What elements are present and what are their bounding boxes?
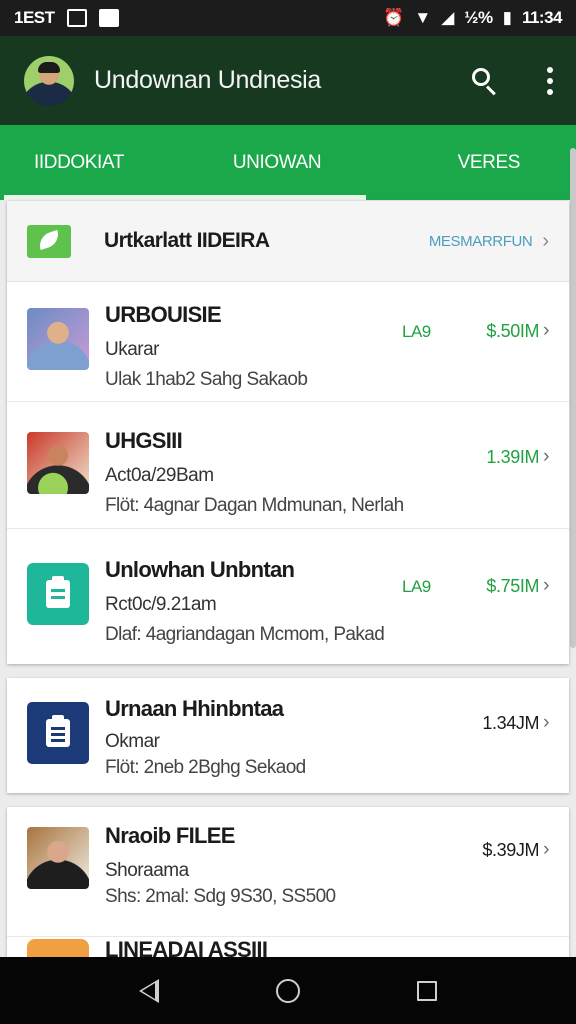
app-icon: [27, 939, 89, 959]
item-title: Urnaan Hhinbntaa: [105, 696, 284, 721]
item-subtitle: Rct0c/9.21am: [105, 594, 217, 615]
item-price: $.39JM ›: [482, 839, 549, 860]
leaf-icon: [27, 224, 71, 258]
tab-active[interactable]: UNIOWAN: [4, 125, 366, 200]
home-icon[interactable]: [275, 978, 300, 1003]
item-meta: Shs: 2mal: Sdg 9S30, SS500: [105, 886, 336, 907]
back-icon[interactable]: [138, 978, 159, 1003]
alarm-icon: ⏰: [383, 8, 405, 27]
list-item[interactable]: Unlowhan Unbntan Rct0c/9.21am Dlaf: 4agr…: [7, 529, 569, 664]
item-price: $.50IM ›: [486, 320, 549, 341]
item-meta: Flöt: 2neb 2Bghg Sekaod: [105, 757, 306, 778]
chevron-right-icon: ›: [542, 229, 549, 252]
recents-icon[interactable]: [417, 980, 438, 1001]
item-title: URBOUISIE: [105, 302, 222, 327]
chevron-right-icon: ›: [543, 575, 549, 596]
item-meta: Flöt: 4agnar Dagan Mdmunan, Nerlah: [105, 495, 404, 516]
more-vert-icon[interactable]: [546, 66, 554, 95]
item-subtitle: Ukarar: [105, 339, 160, 360]
item-price: $.75IM ›: [486, 575, 549, 596]
chevron-right-icon: ›: [543, 712, 549, 733]
list-item[interactable]: Urnaan Hhinbntaa Okmar Flöt: 2neb 2Bghg …: [7, 678, 569, 793]
image-notification-icon: [66, 9, 87, 27]
document-icon: [46, 576, 70, 608]
item-subtitle: Shoraama: [105, 860, 189, 881]
avatar: [27, 308, 89, 370]
list-item[interactable]: URBOUISIE Ukarar Ulak 1hab2 Sahg Sakaob …: [7, 282, 569, 402]
app-icon: [27, 563, 89, 625]
avatar: [27, 432, 89, 494]
tab-third[interactable]: VERES: [358, 125, 576, 200]
list-card: Urtkarlatt IIDEIRA MESMARRFUN › URBOUISI…: [7, 201, 569, 664]
avatar: [27, 827, 89, 889]
signal-percent: ½%: [464, 8, 493, 27]
item-title: Nraoib FILEE: [105, 823, 235, 848]
item-price: 1.39IM ›: [486, 446, 549, 467]
chevron-right-icon: ›: [543, 839, 549, 860]
section-link[interactable]: MESMARRFUN: [429, 233, 533, 250]
tab-bar: IIDDOKIAT UNIOWAN VERES: [0, 125, 576, 200]
app-title: Undownan Undnesia: [94, 66, 322, 94]
item-meta: Dlaf: 4agriandagan Mcmom, Pakad: [105, 624, 385, 645]
item-subtitle: Okmar: [105, 731, 160, 752]
item-tag: LA9: [402, 577, 431, 596]
navigation-bar: [0, 957, 576, 1024]
chevron-right-icon: ›: [543, 320, 549, 341]
app-icon: [27, 702, 89, 764]
item-title: UHGSIII: [105, 428, 183, 453]
list-item[interactable]: UHGSIII Act0a/29Bam Flöt: 4agnar Dagan M…: [7, 402, 569, 529]
avatar[interactable]: [24, 55, 74, 106]
clock: 11:34: [521, 8, 563, 27]
battery-icon: ▮: [502, 8, 512, 27]
clipboard-icon: [46, 715, 70, 747]
signal-icon: ◢: [441, 8, 455, 27]
item-price: 1.34JM ›: [482, 712, 549, 733]
chevron-right-icon: ›: [543, 446, 549, 467]
status-bar: 1EST ⏰ ▼ ◢ ½% ▮ 11:34: [0, 0, 576, 36]
list-card: Urnaan Hhinbntaa Okmar Flöt: 2neb 2Bghg …: [7, 678, 569, 793]
tab-first[interactable]: IIDDOKIAT: [0, 125, 196, 200]
scrollbar[interactable]: [570, 148, 576, 648]
section-header[interactable]: Urtkarlatt IIDEIRA MESMARRFUN ›: [7, 201, 569, 282]
mail-notification-icon: [98, 9, 119, 27]
carrier-label: 1EST: [14, 8, 55, 27]
item-tag: LA9: [402, 322, 431, 341]
list-item[interactable]: Nraoib FILEE Shoraama Shs: 2mal: Sdg 9S3…: [7, 807, 569, 937]
search-icon[interactable]: [470, 66, 500, 96]
item-subtitle: Act0a/29Bam: [105, 465, 214, 486]
item-meta: Ulak 1hab2 Sahg Sakaob: [105, 369, 308, 390]
wifi-icon: ▼: [414, 8, 432, 27]
section-title: Urtkarlatt IIDEIRA: [104, 229, 270, 252]
app-bar: Undownan Undnesia: [0, 36, 576, 125]
item-title: Unlowhan Unbntan: [105, 557, 295, 582]
